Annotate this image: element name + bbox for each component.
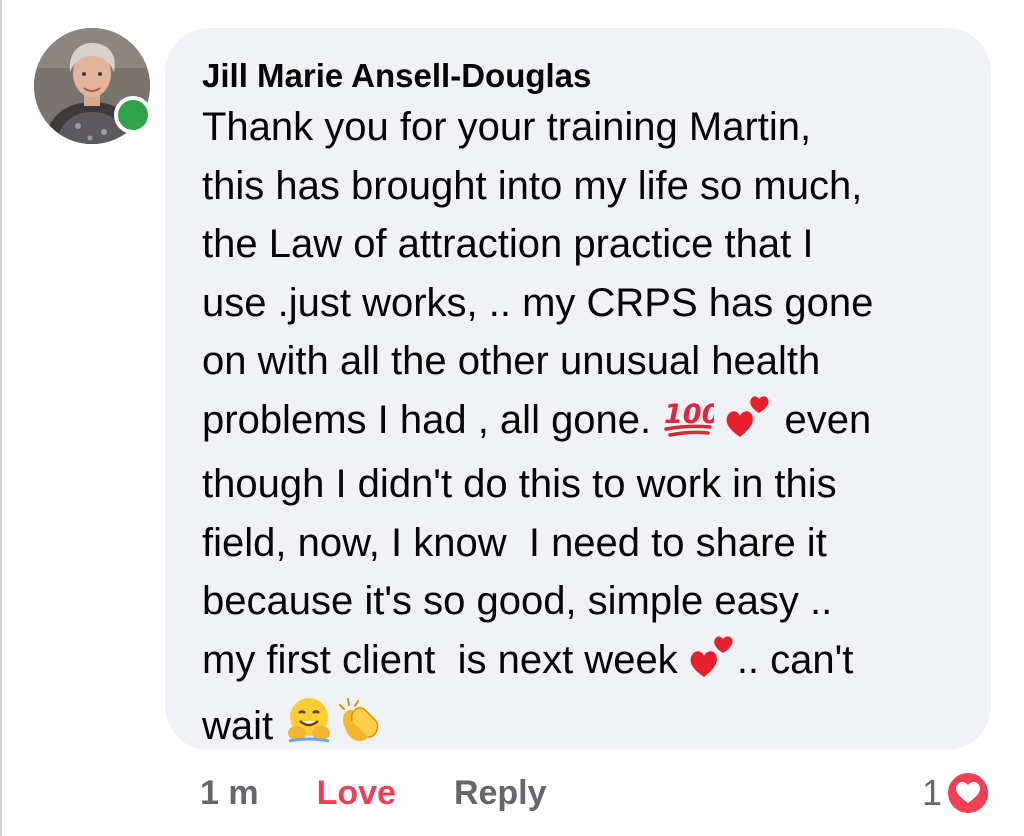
profile-avatar[interactable] bbox=[34, 28, 152, 144]
comment-line-segment: wait bbox=[202, 704, 274, 748]
comment-bubble: Jill Marie Ansell-Douglas Thank you for … bbox=[165, 28, 991, 750]
heart-reaction-icon bbox=[946, 771, 990, 815]
hundred-points-emoji: 100 bbox=[662, 395, 721, 456]
comment-line-segment: problems I had , all gone. bbox=[202, 397, 652, 442]
comment-line-with-emoji: my first client is next week .. can't bbox=[202, 631, 961, 696]
comment-line: use .just works, .. my CRPS has gone bbox=[202, 280, 874, 325]
hugging-face-emoji bbox=[284, 695, 334, 762]
online-status-indicator bbox=[114, 96, 152, 134]
reaction-summary[interactable]: 1 bbox=[922, 768, 990, 818]
two-hearts-emoji bbox=[689, 631, 737, 696]
reply-button[interactable]: Reply bbox=[454, 774, 547, 813]
comment-line: field, now, I know I need to share it bbox=[202, 520, 827, 565]
comment-line: the Law of attraction practice that I bbox=[202, 222, 814, 266]
left-divider bbox=[0, 0, 2, 836]
comment-line-with-emoji: wait bbox=[202, 695, 961, 762]
comment-line-with-emoji: problems I had , all gone. 100 even bbox=[202, 391, 961, 456]
comment-actions: 1 m Love Reply bbox=[200, 768, 547, 818]
comment-line: this has brought into my life so much, bbox=[202, 163, 863, 208]
love-reaction-button[interactable]: Love bbox=[317, 774, 396, 813]
reaction-count: 1 bbox=[921, 772, 942, 813]
comment-author-name[interactable]: Jill Marie Ansell-Douglas bbox=[202, 56, 961, 96]
comment-line-segment: .. can't bbox=[736, 637, 854, 682]
two-hearts-emoji bbox=[725, 391, 773, 456]
comment-line-segment: my first client is next week bbox=[202, 637, 678, 682]
clapping-hands-emoji bbox=[334, 695, 386, 762]
comment-line: though I didn't do this to work in this bbox=[202, 462, 837, 506]
comment-timestamp[interactable]: 1 m bbox=[200, 774, 259, 813]
comment-line: on with all the other unusual health bbox=[202, 339, 821, 383]
comment-line: Thank you for your training Martin, bbox=[202, 105, 812, 149]
comment-text: Thank you for your training Martin, this… bbox=[202, 98, 961, 762]
comment-line-segment: even bbox=[784, 397, 872, 442]
comment-line: because it's so good, simple easy .. bbox=[202, 579, 833, 623]
